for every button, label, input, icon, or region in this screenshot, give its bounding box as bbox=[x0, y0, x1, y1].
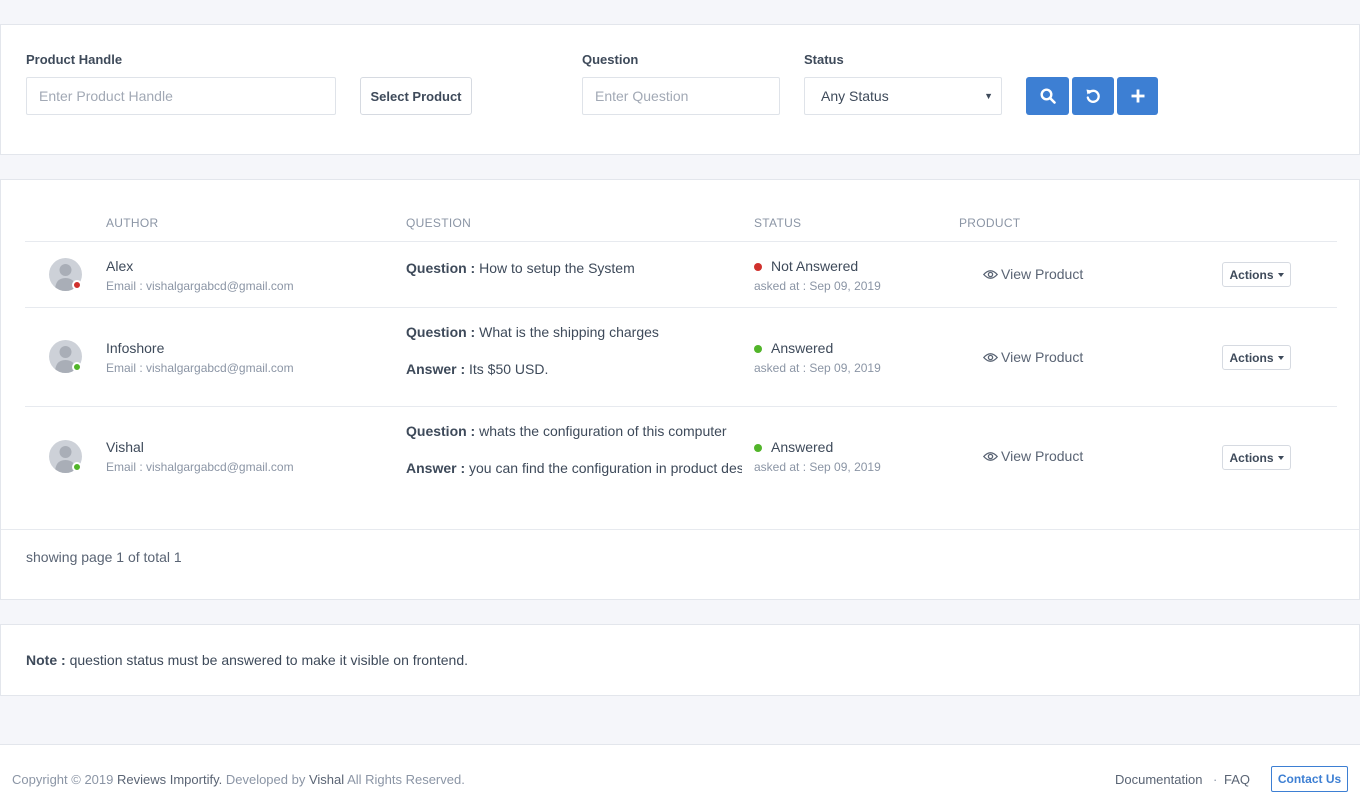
view-product-link[interactable]: View Product bbox=[983, 266, 1083, 282]
search-icon bbox=[1039, 88, 1056, 104]
status-label: Status bbox=[804, 52, 844, 67]
header-product: PRODUCT bbox=[959, 216, 1021, 230]
table-row: Alex Email : vishalgargabcd@gmail.com Qu… bbox=[25, 242, 1337, 307]
note-label: Note : bbox=[26, 652, 66, 668]
note-body: question status must be answered to make… bbox=[69, 652, 469, 668]
author-name: Alex bbox=[106, 258, 134, 274]
header-status: STATUS bbox=[754, 216, 802, 230]
caret-down-icon bbox=[1277, 455, 1284, 460]
actions-label: Actions bbox=[1229, 450, 1274, 465]
note-text: Note : question status must be answered … bbox=[26, 652, 468, 668]
status-dot bbox=[754, 263, 762, 271]
footer-separator: · bbox=[1213, 772, 1218, 787]
answer-text: Answer : you can find the configuration … bbox=[406, 460, 742, 476]
question-text: Question : whats the configuration of th… bbox=[406, 423, 742, 439]
reset-button[interactable] bbox=[1072, 77, 1114, 115]
question-value: whats the configuration of this computer bbox=[479, 423, 727, 439]
asked-at: asked at : Sep 09, 2019 bbox=[754, 361, 881, 375]
footer-copyright: Copyright © 2019 Reviews Importify. Deve… bbox=[12, 772, 465, 787]
actions-dropdown-button[interactable]: Actions bbox=[1222, 445, 1291, 470]
view-product-label: View Product bbox=[1001, 448, 1084, 464]
asked-at: asked at : Sep 09, 2019 bbox=[754, 460, 881, 474]
table-row: Infoshore Email : vishalgargabcd@gmail.c… bbox=[25, 308, 1337, 406]
search-button[interactable] bbox=[1026, 77, 1069, 115]
header-author: AUTHOR bbox=[106, 216, 159, 230]
answer-text: Answer : Its $50 USD. bbox=[406, 361, 742, 377]
eye-icon bbox=[983, 269, 998, 279]
developed-by-text: Developed by bbox=[225, 772, 306, 787]
question-prefix: Question : bbox=[406, 324, 476, 340]
status-text: Not Answered bbox=[771, 258, 859, 274]
actions-label: Actions bbox=[1229, 267, 1274, 282]
author-name: Infoshore bbox=[106, 340, 165, 356]
author-email: Email : vishalgargabcd@gmail.com bbox=[106, 279, 294, 293]
pagination-info: showing page 1 of total 1 bbox=[26, 549, 182, 565]
status-dot bbox=[754, 345, 762, 353]
author-status-dot bbox=[72, 362, 82, 372]
view-product-link[interactable]: View Product bbox=[983, 448, 1083, 464]
status-select-value: Any Status bbox=[821, 88, 889, 104]
rights-text: All Rights Reserved. bbox=[347, 772, 465, 787]
question-value: What is the shipping charges bbox=[479, 324, 659, 340]
faq-link[interactable]: FAQ bbox=[1224, 772, 1250, 787]
question-input[interactable] bbox=[582, 77, 780, 115]
author-status-dot bbox=[72, 462, 82, 472]
table-footer-divider bbox=[1, 529, 1359, 530]
question-prefix: Question : bbox=[406, 260, 476, 276]
author-email: Email : vishalgargabcd@gmail.com bbox=[106, 361, 294, 375]
question-value: How to setup the System bbox=[479, 260, 635, 276]
plus-icon bbox=[1131, 89, 1144, 103]
status-text: Answered bbox=[771, 340, 834, 356]
view-product-label: View Product bbox=[1001, 349, 1084, 365]
status-select[interactable]: Any Status ▼ bbox=[804, 77, 1002, 115]
answer-value: Its $50 USD. bbox=[469, 361, 549, 377]
question-text: Question : How to setup the System bbox=[406, 260, 742, 276]
caret-down-icon bbox=[1277, 355, 1284, 360]
actions-dropdown-button[interactable]: Actions bbox=[1222, 262, 1291, 287]
actions-label: Actions bbox=[1229, 350, 1274, 365]
documentation-link[interactable]: Documentation bbox=[1115, 772, 1202, 787]
view-product-link[interactable]: View Product bbox=[983, 349, 1083, 365]
reset-icon bbox=[1086, 89, 1100, 103]
author-status-dot bbox=[72, 280, 82, 290]
product-handle-input[interactable] bbox=[26, 77, 336, 115]
answer-value: you can find the configuration in produc… bbox=[469, 460, 742, 476]
contact-us-button[interactable]: Contact Us bbox=[1271, 766, 1348, 792]
author-name: Vishal bbox=[106, 439, 144, 455]
page-footer: Copyright © 2019 Reviews Importify. Deve… bbox=[0, 744, 1360, 811]
eye-icon bbox=[983, 451, 998, 461]
developer-link[interactable]: Vishal bbox=[309, 772, 344, 787]
author-email: Email : vishalgargabcd@gmail.com bbox=[106, 460, 294, 474]
question-text: Question : What is the shipping charges bbox=[406, 324, 742, 340]
asked-at: asked at : Sep 09, 2019 bbox=[754, 279, 881, 293]
caret-down-icon: ▼ bbox=[984, 91, 993, 101]
view-product-label: View Product bbox=[1001, 266, 1084, 282]
questions-table-card: AUTHOR QUESTION STATUS PRODUCT Alex Emai… bbox=[0, 179, 1360, 600]
app-name-link[interactable]: Reviews Importify. bbox=[117, 772, 222, 787]
filter-card: Product Handle Select Product Question S… bbox=[0, 24, 1360, 155]
header-question: QUESTION bbox=[406, 216, 472, 230]
note-card: Note : question status must be answered … bbox=[0, 624, 1360, 696]
actions-dropdown-button[interactable]: Actions bbox=[1222, 345, 1291, 370]
eye-icon bbox=[983, 352, 998, 362]
table-row: Vishal Email : vishalgargabcd@gmail.com … bbox=[25, 407, 1337, 505]
product-handle-label: Product Handle bbox=[26, 52, 123, 67]
answer-prefix: Answer : bbox=[406, 460, 466, 476]
status-dot bbox=[754, 444, 762, 452]
caret-down-icon bbox=[1277, 272, 1284, 277]
answer-prefix: Answer : bbox=[406, 361, 466, 377]
select-product-button[interactable]: Select Product bbox=[360, 77, 472, 115]
question-label: Question bbox=[582, 52, 639, 67]
question-prefix: Question : bbox=[406, 423, 476, 439]
status-text: Answered bbox=[771, 439, 834, 455]
add-question-button[interactable] bbox=[1117, 77, 1158, 115]
copyright-prefix: Copyright © 2019 bbox=[12, 772, 114, 787]
